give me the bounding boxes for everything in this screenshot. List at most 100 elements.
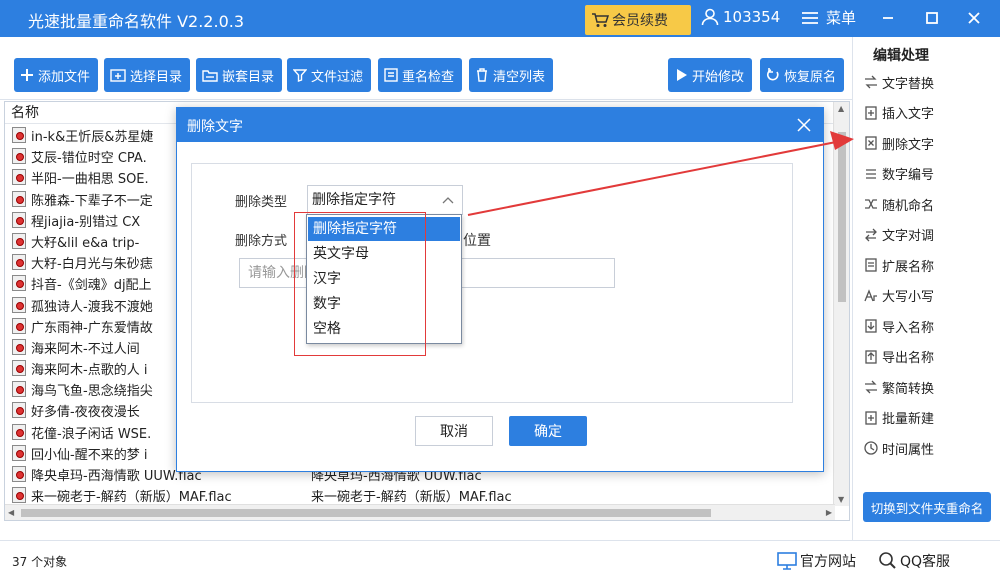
original-name: 来一碗老于-解药（新版）MAF.flac [31,490,232,506]
delete-type-dropdown: 删除指定字符 英文字母 汉字 数字 空格 [306,214,462,344]
panel-item-swap[interactable]: 文字对调 [863,222,934,248]
confirm-label: 确定 [534,424,562,440]
maximize-button[interactable] [918,5,946,31]
dialog-close-button[interactable] [795,116,813,134]
minimize-icon [883,17,893,19]
name-column-header[interactable]: 名称 [11,105,39,121]
dialog-title: 删除文字 [187,119,243,135]
audio-file-icon [12,444,26,461]
vip-label: 会员续费 [612,13,668,29]
audio-file-icon [12,211,26,228]
insert-text-icon [865,105,877,120]
chevron-up-icon [442,197,454,204]
website-label: 官方网站 [800,554,856,570]
panel-item-import[interactable]: 导入名称 [863,313,934,339]
export-icon [865,349,877,364]
panel-item-label: 时间属性 [882,442,935,458]
panel-item-extension[interactable]: 扩展名称 [863,252,934,278]
monitor-icon [777,552,797,570]
audio-file-icon [12,402,26,419]
menu-button[interactable]: 菜单 [800,7,856,28]
switch-label: 切换到文件夹重命名 [870,500,984,516]
clear-list-button[interactable]: 清空列表 [469,58,554,92]
panel-title: 编辑处理 [873,48,929,64]
panel-item-label: 大写小写 [882,290,935,305]
dropdown-option-chinese[interactable]: 汉字 [308,267,460,291]
panel-item-label: 批量新建 [882,412,935,427]
random-icon [865,199,877,209]
panel-item-number[interactable]: 数字编号 [863,161,934,187]
close-window-button[interactable] [960,5,988,31]
file-filter-button[interactable]: 文件过滤 [287,58,372,92]
select-dir-button[interactable]: 选择目录 [104,58,191,92]
add-file-button[interactable]: 添加文件 [14,58,99,92]
nested-dir-label: 嵌套目录 [222,69,275,85]
panel-item-replace[interactable]: 文字替换 [863,69,934,95]
panel-item-label: 随机命名 [882,198,935,214]
duplicate-check-icon [384,68,398,82]
nested-dir-button[interactable]: 嵌套目录 [196,58,283,92]
panel-item-delete-text[interactable]: 删除文字 [863,130,934,156]
panel-item-convert[interactable]: 繁简转换 [863,374,934,400]
audio-file-icon [12,487,26,504]
hscroll-thumb[interactable] [21,509,711,517]
dropdown-option-specified-chars[interactable]: 删除指定字符 [308,217,460,241]
panel-item-label: 繁简转换 [882,381,935,397]
panel-item-case[interactable]: 大写小写 [863,283,934,309]
trash-icon [477,68,487,82]
official-site-link[interactable]: 官方网站 [777,551,856,571]
swap-icon [865,228,877,241]
user-account[interactable]: 103354 [700,7,780,27]
audio-file-icon [12,381,26,398]
dropdown-option-spaces[interactable]: 空格 [308,317,460,341]
audio-file-icon [12,169,26,186]
dup-check-button[interactable]: 重名检查 [378,58,463,92]
audio-file-icon [12,190,26,207]
vertical-scrollbar[interactable]: ▲ ▼ [833,102,849,506]
panel-item-export[interactable]: 导出名称 [863,344,934,370]
panel-item-clock[interactable]: 时间属性 [863,435,934,461]
qq-service-link[interactable]: QQ客服 [877,551,950,571]
restore-name-button[interactable]: 恢复原名 [760,58,845,92]
clock-icon [864,441,878,455]
start-modify-button[interactable]: 开始修改 [668,58,753,92]
qq-icon [879,552,896,569]
delete-type-select[interactable]: 删除指定字符 [307,185,463,215]
audio-file-icon [12,466,26,482]
qq-label: QQ客服 [900,554,951,570]
number-icon [866,168,876,179]
vip-renew-button[interactable]: 会员续费 [585,5,691,35]
user-id: 103354 [723,8,781,26]
app-title: 光速批量重命名软件 V2.2.0.3 [28,12,245,31]
dropdown-option-letters[interactable]: 英文字母 [308,242,460,266]
case-icon [864,288,877,301]
horizontal-scrollbar[interactable]: ◀ ▶ [5,504,835,520]
delete-method-label: 删除方式 [235,234,288,249]
panel-item-batch-new[interactable]: 批量新建 [863,405,934,431]
switch-folder-rename-button[interactable]: 切换到文件夹重命名 [863,492,991,522]
title-bar: 光速批量重命名软件 V2.2.0.3 会员续费 103354 菜单 [0,0,1000,37]
position-label: 位置 [463,233,491,249]
cancel-button[interactable]: 取消 [415,416,493,446]
panel-item-label: 文字替换 [882,76,935,92]
restore-icon [767,68,779,81]
panel-item-insert-text[interactable]: 插入文字 [863,100,934,126]
object-count: 37 个对象 [12,555,68,569]
panel-item-label: 扩展名称 [882,259,935,275]
panel-item-label: 导入名称 [882,320,935,336]
panel-item-random[interactable]: 随机命名 [863,191,934,217]
scroll-thumb[interactable] [838,132,846,302]
close-icon [968,12,980,24]
audio-file-icon [12,296,26,313]
confirm-button[interactable]: 确定 [509,416,587,446]
minimize-button[interactable] [874,5,902,31]
table-row[interactable]: 来一碗老于-解药（新版）MAF.flac 来一碗老于-解药（新版）MAF.flac [5,484,835,505]
delete-type-label: 删除类型 [235,195,288,210]
dropdown-option-digits[interactable]: 数字 [308,292,460,316]
replace-icon [865,75,877,89]
add-file-label: 添加文件 [38,69,91,85]
audio-file-icon [12,148,26,165]
audio-file-icon [12,423,26,440]
batch-new-icon [865,410,877,425]
audio-file-icon [12,338,26,355]
